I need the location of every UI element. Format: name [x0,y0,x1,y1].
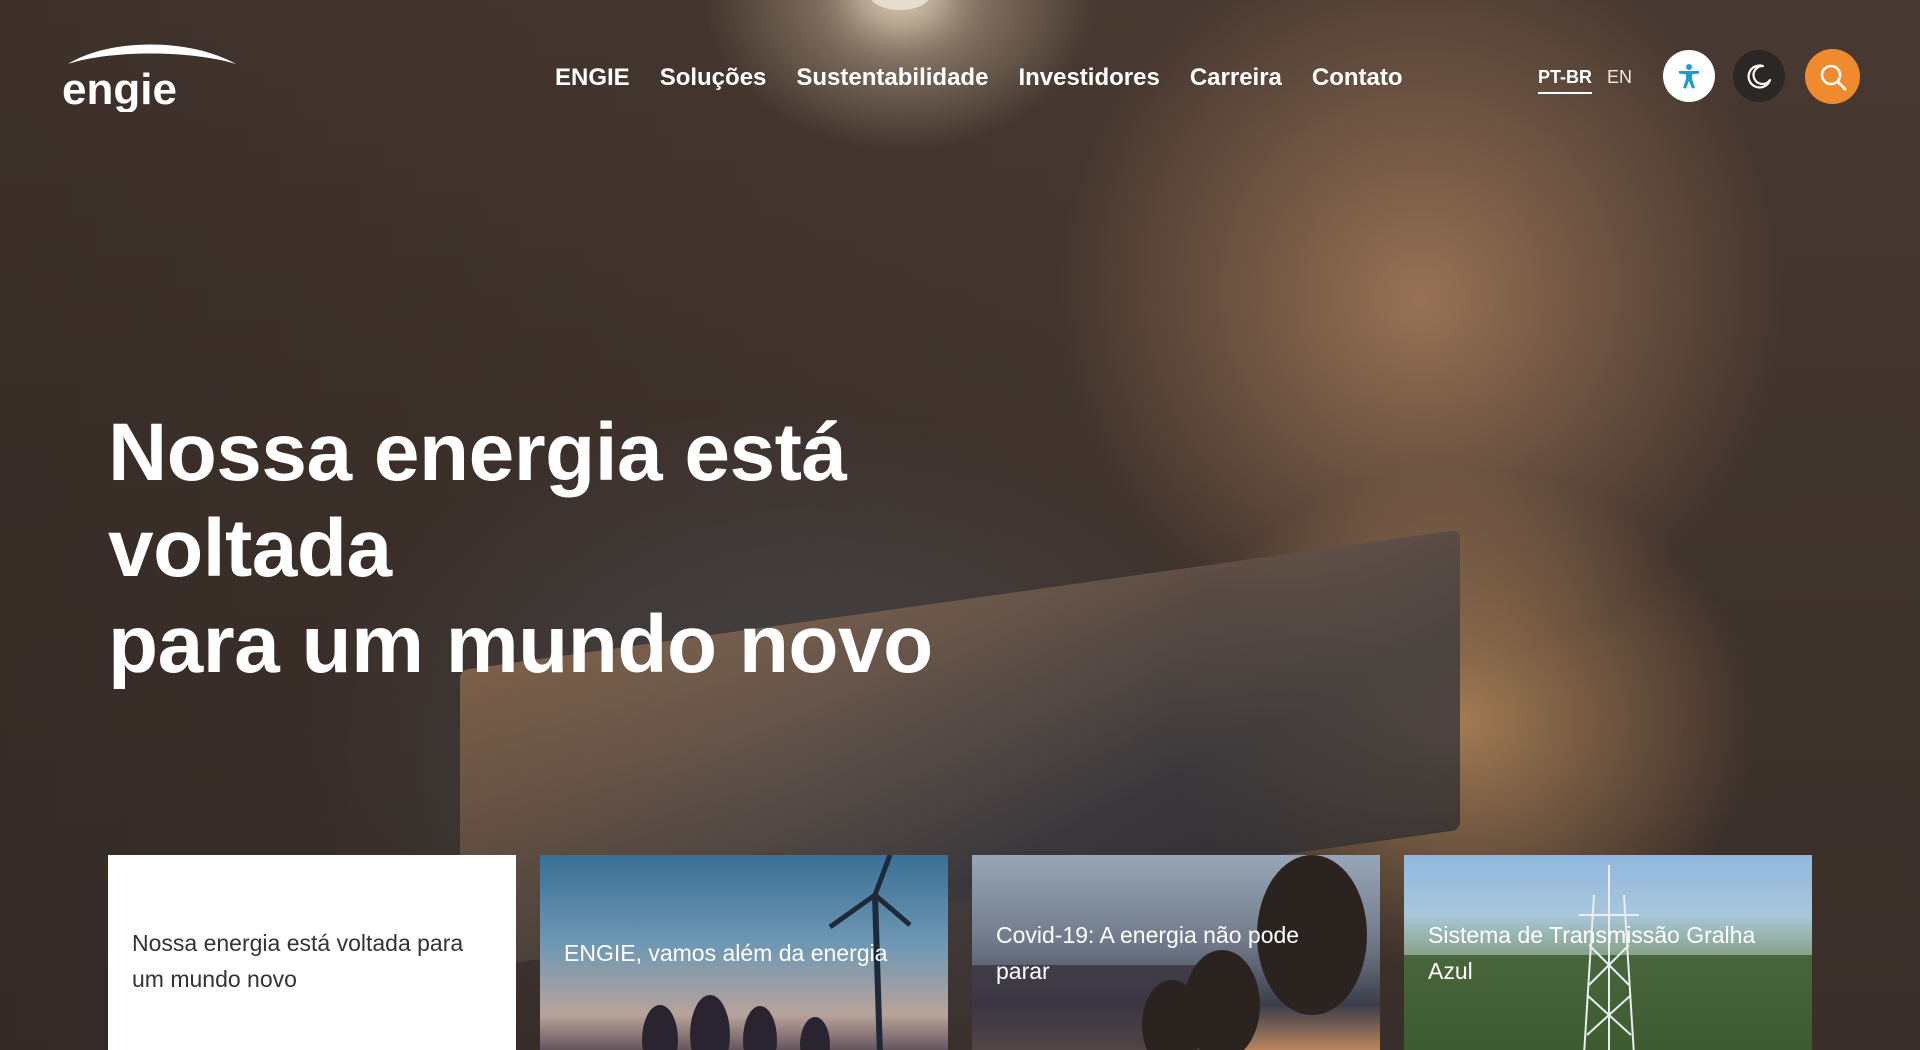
accessibility-icon [1679,64,1699,89]
nav-item-contato[interactable]: Contato [1312,62,1403,94]
card-title: Nossa energia está voltada para um mundo… [132,930,464,992]
card-title: Sistema de Transmissão Gralha Azul [1428,922,1756,984]
engie-logo-icon: engie [62,44,236,114]
main-nav: ENGIE Soluções Sustentabilidade Investid… [555,62,1403,94]
moon-icon [1747,64,1772,89]
accessibility-button[interactable] [1663,50,1715,102]
featured-cards: Nossa energia está voltada para um mundo… [108,855,1812,1050]
hero-title-line-2: para um mundo novo [108,599,933,690]
language-en[interactable]: EN [1607,64,1632,90]
card-gralha-azul[interactable]: Sistema de Transmissão Gralha Azul [1404,855,1812,1050]
language-pt-br[interactable]: PT-BR [1538,64,1592,94]
card-alem-da-energia[interactable]: ENGIE, vamos além da energia [540,855,948,1050]
search-icon [1820,64,1846,90]
card-covid-19[interactable]: Covid-19: A energia não pode parar [972,855,1380,1050]
site-header: engie ENGIE Soluções Sustentabilidade In… [0,0,1920,155]
nav-item-solucoes[interactable]: Soluções [660,62,767,94]
dark-mode-button[interactable] [1733,50,1785,102]
nav-item-sustentabilidade[interactable]: Sustentabilidade [796,62,988,94]
hero-title: Nossa energia está voltada para um mundo… [108,405,1108,693]
hero-title-line-1: Nossa energia está voltada [108,407,847,594]
svg-text:engie: engie [62,65,177,112]
card-mundo-novo[interactable]: Nossa energia está voltada para um mundo… [108,855,516,1050]
nav-item-carreira[interactable]: Carreira [1190,62,1282,94]
engie-logo[interactable]: engie [60,42,240,114]
card-title: Covid-19: A energia não pode parar [996,922,1300,984]
search-button[interactable] [1805,49,1860,104]
nav-item-engie[interactable]: ENGIE [555,62,630,94]
card-title: ENGIE, vamos além da energia [564,940,888,966]
nav-item-investidores[interactable]: Investidores [1018,62,1159,94]
